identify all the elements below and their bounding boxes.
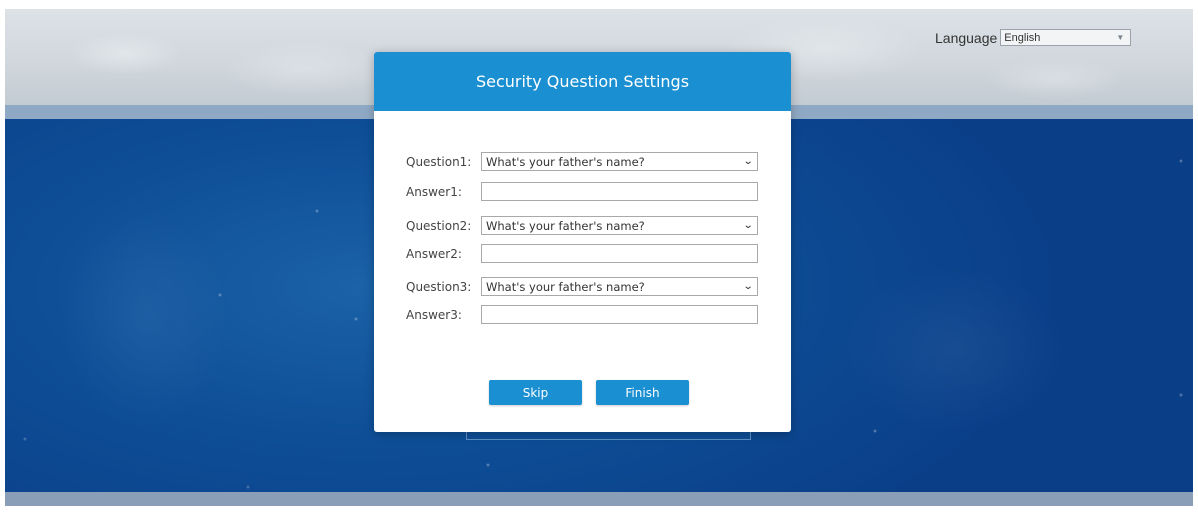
question3-select[interactable]: What's your father's name? ⌄ [481,277,758,296]
chevron-down-icon: ⌄ [742,156,754,167]
answer2-label: Answer2: [406,246,462,261]
question2-row: Question2: What's your father's name? ⌄ [406,216,758,235]
question1-row: Question1: What's your father's name? ⌄ [406,152,758,171]
question1-value: What's your father's name? [486,154,645,169]
answer1-label: Answer1: [406,184,462,199]
language-value: English [1004,31,1041,44]
finish-button[interactable]: Finish [596,380,689,405]
question2-select[interactable]: What's your father's name? ⌄ [481,216,758,235]
answer2-row: Answer2: [406,244,758,263]
answer3-label: Answer3: [406,307,462,322]
security-question-dialog: Security Question Settings Question1: Wh… [374,52,791,432]
answer1-input[interactable] [481,182,758,201]
question1-select[interactable]: What's your father's name? ⌄ [481,152,758,171]
answer1-row: Answer1: [406,182,758,201]
chevron-down-icon: ⌄ [742,220,754,231]
dialog-title: Security Question Settings [475,72,690,91]
skip-button[interactable]: Skip [489,380,582,405]
dropdown-arrow-icon: ▼ [1116,33,1125,42]
chevron-down-icon: ⌄ [742,281,754,292]
language-label: Language [935,29,998,46]
language-selector: Language English ▼ [935,29,1132,46]
question3-row: Question3: What's your father's name? ⌄ [406,277,758,296]
answer3-row: Answer3: [406,305,758,324]
footer-band [5,492,1193,506]
question3-value: What's your father's name? [486,279,645,294]
question1-label: Question1: [406,154,472,169]
language-dropdown[interactable]: English ▼ [1000,29,1132,46]
question3-label: Question3: [406,279,472,294]
question2-value: What's your father's name? [486,218,645,233]
answer2-input[interactable] [481,244,758,263]
dialog-header: Security Question Settings [374,52,791,111]
question2-label: Question2: [406,218,472,233]
answer3-input[interactable] [481,305,758,324]
